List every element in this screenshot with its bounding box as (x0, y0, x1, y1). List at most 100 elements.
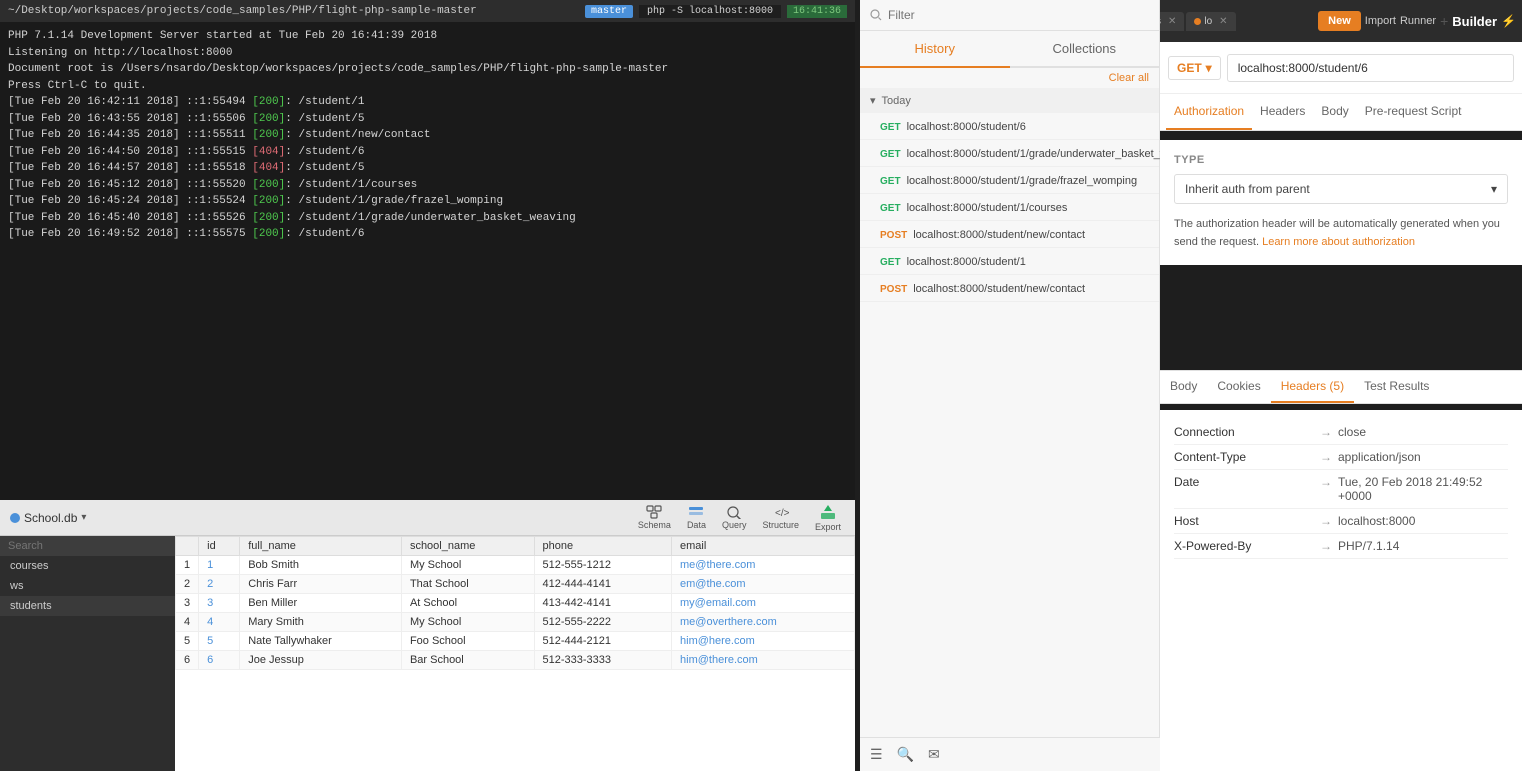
cell-phone: 512-333-3333 (534, 651, 672, 670)
table-row[interactable]: 4 4 Mary Smith My School 512-555-2222 me… (176, 613, 855, 632)
pm-filter-bar (860, 0, 1159, 31)
response-tab-headers--5-[interactable]: Headers (5) (1271, 371, 1354, 403)
col-id: id (199, 537, 240, 556)
detail-tab-authorization[interactable]: Authorization (1166, 94, 1252, 130)
cell-fullname: Joe Jessup (240, 651, 402, 670)
detail-tab-headers[interactable]: Headers (1252, 94, 1313, 130)
import-button[interactable]: Import (1365, 15, 1396, 27)
cell-phone: 412-444-4141 (534, 575, 672, 594)
postman-tab-4[interactable]: lo✕ (1186, 12, 1235, 31)
db-nav-ws[interactable]: ws (0, 576, 175, 596)
history-item[interactable]: POSTlocalhost:8000/student/new/contact (860, 221, 1159, 248)
cell-fullname: Ben Miller (240, 594, 402, 613)
cell-id: 6 (199, 651, 240, 670)
cell-phone: 413-442-4141 (534, 594, 672, 613)
row-num: 4 (176, 613, 199, 632)
history-item[interactable]: GETlocalhost:8000/student/6 (860, 113, 1159, 140)
table-row[interactable]: 6 6 Joe Jessup Bar School 512-333-3333 h… (176, 651, 855, 670)
terminal-time: 16:41:36 (787, 5, 847, 18)
header-arrow: → (1320, 425, 1332, 439)
cell-school: At School (401, 594, 534, 613)
header-key: Connection (1174, 425, 1314, 439)
header-key: X-Powered-By (1174, 539, 1314, 553)
auth-description: The authorization header will be automat… (1174, 216, 1508, 251)
cell-email: my@email.com (672, 594, 855, 613)
history-item[interactable]: GETlocalhost:8000/student/1/grade/frazel… (860, 167, 1159, 194)
search-icon (870, 9, 882, 21)
db-structure-btn[interactable]: </> Structure (758, 503, 803, 532)
db-data-btn[interactable]: Data (683, 503, 710, 532)
table-row[interactable]: 2 2 Chris Farr That School 412-444-4141 … (176, 575, 855, 594)
new-button[interactable]: New (1318, 11, 1361, 31)
response-tab-cookies[interactable]: Cookies (1207, 371, 1270, 403)
table-row[interactable]: 5 5 Nate Tallywhaker Foo School 512-444-… (176, 632, 855, 651)
cell-fullname: Nate Tallywhaker (240, 632, 402, 651)
header-value: application/json (1338, 450, 1421, 464)
cell-school: That School (401, 575, 534, 594)
cell-id: 1 (199, 556, 240, 575)
tab-collections[interactable]: Collections (1010, 31, 1160, 66)
row-num: 6 (176, 651, 199, 670)
header-row-x_powered_by: X-Powered-By → PHP/7.1.14 (1174, 534, 1508, 559)
db-schema-btn[interactable]: Schema (634, 503, 675, 532)
sidebar-bottom-bar: ☰ 🔍 ✉ (860, 737, 1160, 771)
tab-history[interactable]: History (860, 31, 1010, 68)
db-icon (10, 513, 20, 523)
col-email: email (672, 537, 855, 556)
filter-input[interactable] (888, 8, 1149, 22)
url-input[interactable] (1227, 54, 1514, 82)
col-schoolname: school_name (401, 537, 534, 556)
sidebar-icon-2[interactable]: 🔍 (897, 746, 914, 763)
db-table-area: id full_name school_name phone email 1 1… (175, 536, 855, 771)
builder-button[interactable]: Builder (1452, 14, 1497, 29)
db-left-panel: courses ws students (0, 536, 175, 771)
db-export-btn[interactable]: Export (811, 501, 845, 534)
db-export-label: Export (815, 522, 841, 532)
cell-id: 5 (199, 632, 240, 651)
type-select[interactable]: Inherit auth from parent ▾ (1174, 174, 1508, 204)
detail-tab-body[interactable]: Body (1313, 94, 1356, 130)
response-tabs: BodyCookiesHeaders (5)Test Results (1160, 370, 1522, 404)
method-chevron-icon: ▾ (1206, 61, 1212, 75)
cell-school: Foo School (401, 632, 534, 651)
detail-tab-pre-request-script[interactable]: Pre-request Script (1357, 94, 1470, 130)
terminal-panel: ~/Desktop/workspaces/projects/code_sampl… (0, 0, 855, 500)
cell-id: 2 (199, 575, 240, 594)
response-tab-test-results[interactable]: Test Results (1354, 371, 1439, 403)
header-row-host: Host → localhost:8000 (1174, 509, 1508, 534)
header-value: Tue, 20 Feb 2018 21:49:52 +0000 (1338, 475, 1508, 503)
db-query-btn[interactable]: Query (718, 503, 751, 532)
header-key: Host (1174, 514, 1314, 528)
db-nav-students[interactable]: students (0, 596, 175, 616)
sidebar-tabs-row: History Collections (860, 31, 1159, 68)
cell-email: em@the.com (672, 575, 855, 594)
sidebar-icon-3[interactable]: ✉ (928, 746, 940, 763)
section-arrow-icon: ▾ (870, 94, 876, 107)
method-select[interactable]: GET ▾ (1168, 56, 1221, 80)
postman-sidebar: History Collections Clear all ▾ Today GE… (860, 0, 1160, 771)
type-chevron-icon: ▾ (1491, 182, 1497, 196)
header-row-content_type: Content-Type → application/json (1174, 445, 1508, 470)
clear-all-button[interactable]: Clear all (860, 68, 1159, 88)
db-search-input[interactable] (0, 536, 175, 556)
response-tab-body[interactable]: Body (1160, 371, 1207, 403)
sidebar-icon-1[interactable]: ☰ (870, 746, 883, 763)
db-nav-courses[interactable]: courses (0, 556, 175, 576)
detail-tabs: AuthorizationHeadersBodyPre-request Scri… (1160, 94, 1522, 131)
table-row[interactable]: 1 1 Bob Smith My School 512-555-1212 me@… (176, 556, 855, 575)
table-row[interactable]: 3 3 Ben Miller At School 413-442-4141 my… (176, 594, 855, 613)
cell-email: him@here.com (672, 632, 855, 651)
auth-section: TYPE Inherit auth from parent ▾ The auth… (1160, 140, 1522, 265)
runner-button[interactable]: Runner (1400, 15, 1436, 27)
header-value: localhost:8000 (1338, 514, 1415, 528)
history-item[interactable]: POSTlocalhost:8000/student/new/contact (860, 275, 1159, 302)
history-item[interactable]: GETlocalhost:8000/student/1 (860, 248, 1159, 275)
history-item[interactable]: GETlocalhost:8000/student/1/grade/underw… (860, 140, 1159, 167)
terminal-output: PHP 7.1.14 Development Server started at… (0, 22, 855, 249)
cell-email: me@there.com (672, 556, 855, 575)
auth-learn-more-link[interactable]: Learn more about authorization (1262, 236, 1415, 248)
header-value: PHP/7.1.14 (1338, 539, 1399, 553)
cell-email: me@overthere.com (672, 613, 855, 632)
history-item[interactable]: GETlocalhost:8000/student/1/courses (860, 194, 1159, 221)
cell-phone: 512-555-2222 (534, 613, 672, 632)
